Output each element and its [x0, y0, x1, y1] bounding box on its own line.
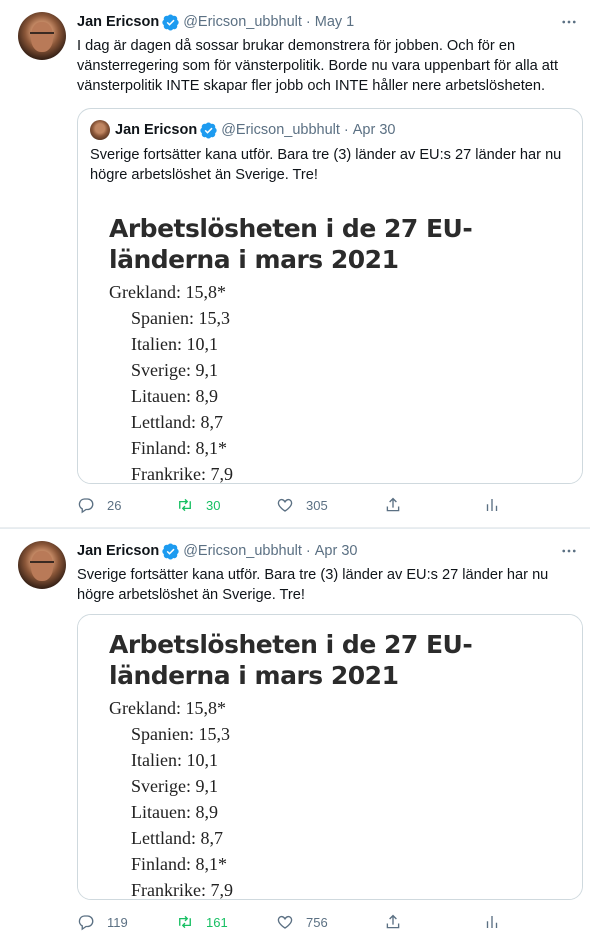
media-line: Italien: 10,1: [131, 334, 218, 354]
retweet-count: 161: [206, 914, 228, 930]
like-icon: [277, 498, 293, 512]
analytics-icon: [486, 499, 498, 511]
tweet-header: Jan Ericson @Ericson_ubbhult · May 1: [77, 12, 354, 32]
author-name[interactable]: Jan Ericson: [77, 543, 159, 559]
avatar-glasses: [30, 32, 54, 37]
media-line: Lettland: 8,7: [131, 828, 223, 848]
like-button[interactable]: 756: [276, 913, 328, 931]
quoted-media-image[interactable]: Arbetslösheten i de 27 EU-länderna i mar…: [78, 199, 582, 484]
reply-count: 119: [107, 914, 128, 930]
reply-button[interactable]: 26: [77, 496, 121, 514]
verified-badge-icon: [162, 13, 179, 31]
media-line: Grekland: 15,8*: [109, 698, 226, 718]
reply-count: 26: [107, 497, 122, 513]
media-title: Arbetslösheten i de 27 EU-länderna i mar…: [109, 214, 473, 274]
retweet-icon: [179, 915, 191, 929]
separator-dot: ·: [343, 122, 349, 138]
media-image[interactable]: Arbetslösheten i de 27 EU-länderna i mar…: [78, 615, 582, 899]
analytics-button[interactable]: [483, 496, 501, 514]
media-line: Finland: 8,1*: [131, 854, 228, 874]
media-line: Litauen: 8,9: [131, 802, 218, 822]
action-bar: 119 161 756: [77, 913, 498, 933]
separator-dot: ·: [305, 14, 311, 30]
separator-dot: ·: [305, 543, 311, 559]
avatar[interactable]: [18, 12, 66, 60]
like-icon: [277, 915, 293, 929]
reply-icon: [78, 915, 94, 931]
media-line: Grekland: 15,8*: [109, 282, 226, 302]
like-count: 756: [306, 914, 328, 930]
retweet-button[interactable]: 161: [176, 913, 228, 931]
tweet-date[interactable]: Apr 30: [315, 543, 358, 559]
quoted-author-name: Jan Ericson: [115, 122, 198, 138]
author-handle[interactable]: @Ericson_ubbhult: [183, 543, 302, 559]
media-line: Sverige: 9,1: [131, 360, 218, 380]
media-line: Finland: 8,1*: [131, 438, 228, 458]
share-icon: [386, 914, 400, 929]
avatar-glasses: [30, 561, 54, 566]
analytics-icon: [486, 916, 498, 928]
action-bar: 26 30 305: [77, 496, 498, 516]
share-button[interactable]: [384, 496, 402, 514]
quoted-tweet[interactable]: Jan Ericson @Ericson_ubbhult · Apr 30 Sv…: [77, 108, 583, 484]
author-name[interactable]: Jan Ericson: [77, 14, 159, 30]
media-title: Arbetslösheten i de 27 EU-länderna i mar…: [109, 630, 473, 690]
tweet[interactable]: Jan Ericson @Ericson_ubbhult · May 1 I d…: [0, 0, 590, 528]
more-icon[interactable]: [560, 13, 578, 31]
tweet-text: I dag är dagen då sossar brukar demonstr…: [77, 38, 559, 94]
verified-badge-icon: [162, 542, 179, 560]
tweet[interactable]: Jan Ericson @Ericson_ubbhult · Apr 30 Sv…: [0, 529, 590, 946]
media-line: Italien: 10,1: [131, 750, 218, 770]
avatar-face: [31, 551, 53, 581]
quoted-date: Apr 30: [352, 122, 396, 138]
reply-button[interactable]: 119: [77, 913, 128, 931]
analytics-button[interactable]: [483, 913, 501, 931]
retweet-button[interactable]: 30: [176, 496, 220, 514]
media-line: Litauen: 8,9: [131, 386, 218, 406]
media-line: Spanien: 15,3: [131, 724, 230, 744]
tweet-header: Jan Ericson @Ericson_ubbhult · Apr 30: [77, 541, 358, 561]
media-card[interactable]: Arbetslösheten i de 27 EU-länderna i mar…: [77, 614, 583, 900]
retweet-icon: [179, 498, 191, 512]
media-line: Frankrike: 7,9: [131, 880, 233, 899]
media-line: Spanien: 15,3: [131, 308, 230, 328]
media-line: Frankrike: 7,9: [131, 464, 233, 484]
author-handle[interactable]: @Ericson_ubbhult: [183, 14, 302, 30]
quoted-text: Sverige fortsätter kana utför. Bara tre …: [90, 147, 562, 183]
share-button[interactable]: [384, 913, 402, 931]
tweet-date[interactable]: May 1: [315, 14, 355, 30]
media-line: Sverige: 9,1: [131, 776, 218, 796]
verified-badge-icon: [200, 121, 217, 139]
retweet-count: 30: [206, 497, 221, 513]
quoted-author-handle: @Ericson_ubbhult: [221, 122, 340, 138]
avatar[interactable]: [18, 541, 66, 589]
avatar-face: [31, 22, 53, 52]
media-line: Lettland: 8,7: [131, 412, 223, 432]
tweet-text: Sverige fortsätter kana utför. Bara tre …: [77, 567, 549, 603]
like-button[interactable]: 305: [276, 496, 328, 514]
share-icon: [386, 497, 400, 512]
like-count: 305: [306, 497, 328, 513]
more-icon[interactable]: [560, 542, 578, 560]
quoted-header: Jan Ericson @Ericson_ubbhult · Apr 30: [115, 119, 396, 141]
reply-icon: [78, 498, 94, 514]
quoted-avatar: [90, 120, 110, 140]
